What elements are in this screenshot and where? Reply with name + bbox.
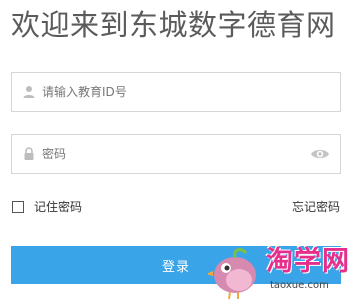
password-input[interactable]: [42, 143, 292, 165]
lock-icon: [24, 147, 34, 160]
remember-password[interactable]: 记住密码: [12, 198, 82, 215]
watermark-url: taoxue.com: [270, 280, 329, 291]
account-input[interactable]: [42, 81, 292, 103]
password-field[interactable]: [11, 134, 341, 174]
watermark: 淘学网 taoxue.com: [208, 244, 353, 300]
page-title: 欢迎来到东城数字德育网: [11, 8, 336, 42]
forgot-password-link[interactable]: 忘记密码: [292, 198, 340, 215]
remember-checkbox[interactable]: [12, 200, 24, 213]
bird-mascot-icon: [208, 248, 256, 300]
watermark-brand: 淘学网: [266, 246, 350, 277]
remember-label: 记住密码: [34, 200, 83, 214]
user-icon: [23, 86, 35, 98]
account-field[interactable]: [11, 72, 341, 112]
login-label: 登录: [161, 259, 190, 275]
login-page: 欢迎来到东城数字德育网 记住密码 忘记密码 登录: [0, 0, 356, 301]
eye-icon[interactable]: [310, 147, 330, 161]
